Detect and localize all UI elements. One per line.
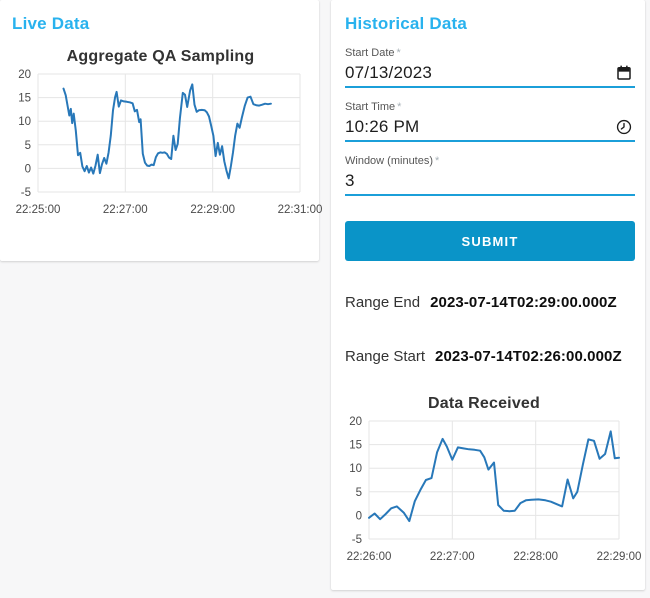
live-chart-title: Aggregate QA Sampling [66, 48, 255, 65]
start-time-input[interactable]: 10:26 PM [345, 115, 635, 142]
svg-text:22:29:00: 22:29:00 [597, 551, 642, 563]
svg-text:5: 5 [356, 487, 362, 499]
required-marker: * [396, 47, 401, 59]
svg-text:20: 20 [18, 69, 31, 81]
svg-text:20: 20 [349, 416, 362, 428]
range-start-row: Range Start 2023-07-14T02:26:00.000Z [345, 348, 635, 365]
svg-text:15: 15 [18, 93, 31, 105]
svg-text:22:25:00: 22:25:00 [16, 204, 61, 216]
window-minutes-label: Window (minutes) * [345, 155, 635, 168]
historical-data-panel: Historical Data Start Date * 07/13/2023 S… [331, 0, 645, 590]
start-date-label: Start Date * [345, 47, 635, 60]
svg-text:0: 0 [356, 510, 362, 522]
svg-text:5: 5 [25, 140, 31, 152]
start-date-label-text: Start Date [345, 47, 395, 59]
range-start-value: 2023-07-14T02:26:00.000Z [435, 348, 622, 365]
historical-chart-block: Data Received -5 0 5 10 15 20 22:26:00 22:27:00… [333, 395, 642, 565]
range-end-label: Range End [345, 294, 421, 311]
required-marker: * [397, 101, 402, 113]
aggregate-qa-sampling-chart: -5 0 5 10 15 20 22:25:00 22:27:00 22:29:00 22:31:… [16, 69, 323, 216]
svg-text:22:27:00: 22:27:00 [430, 551, 475, 563]
svg-text:22:27:00: 22:27:00 [103, 204, 148, 216]
svg-text:0: 0 [25, 163, 31, 175]
start-date-input[interactable]: 07/13/2023 [345, 61, 635, 88]
svg-text:22:31:00: 22:31:00 [278, 204, 323, 216]
svg-text:22:26:00: 22:26:00 [347, 551, 392, 563]
historical-chart-title: Data Received [428, 395, 540, 412]
window-minutes-value[interactable]: 3 [345, 171, 355, 191]
window-minutes-input[interactable]: 3 [345, 169, 635, 196]
svg-text:10: 10 [18, 116, 31, 128]
window-minutes-label-text: Window (minutes) [345, 155, 434, 167]
svg-text:22:28:00: 22:28:00 [513, 551, 558, 563]
required-marker: * [435, 155, 440, 167]
svg-text:-5: -5 [21, 187, 31, 199]
svg-text:22:29:00: 22:29:00 [190, 204, 235, 216]
window-minutes-field: Window (minutes) * 3 [345, 155, 635, 196]
svg-text:15: 15 [349, 440, 362, 452]
live-chart-block: Aggregate QA Sampling -5 0 5 10 15 20 22:25:00… [2, 48, 323, 218]
start-time-label-text: Start Time [345, 101, 396, 113]
svg-text:10: 10 [349, 463, 362, 475]
range-end-value: 2023-07-14T02:29:00.000Z [430, 294, 617, 311]
range-start-label: Range Start [345, 348, 426, 365]
start-date-value[interactable]: 07/13/2023 [345, 63, 432, 83]
data-received-chart: -5 0 5 10 15 20 22:26:00 22:27:00 22:28:00 22:29:… [347, 416, 642, 563]
submit-button[interactable]: SUBMIT [345, 221, 635, 261]
start-time-value[interactable]: 10:26 PM [345, 117, 419, 137]
start-time-label: Start Time * [345, 101, 635, 114]
calendar-icon[interactable] [615, 64, 633, 82]
clock-icon[interactable] [615, 118, 633, 136]
live-data-heading: Live Data [12, 14, 90, 33]
svg-text:-5: -5 [352, 534, 362, 546]
range-end-row: Range End 2023-07-14T02:29:00.000Z [345, 294, 635, 311]
start-date-field: Start Date * 07/13/2023 [345, 47, 635, 88]
historical-data-heading: Historical Data [345, 14, 468, 33]
live-data-panel: Live Data Aggregate QA Sampling -5 0 5 10 15… [0, 0, 323, 261]
start-time-field: Start Time * 10:26 PM [345, 101, 635, 142]
